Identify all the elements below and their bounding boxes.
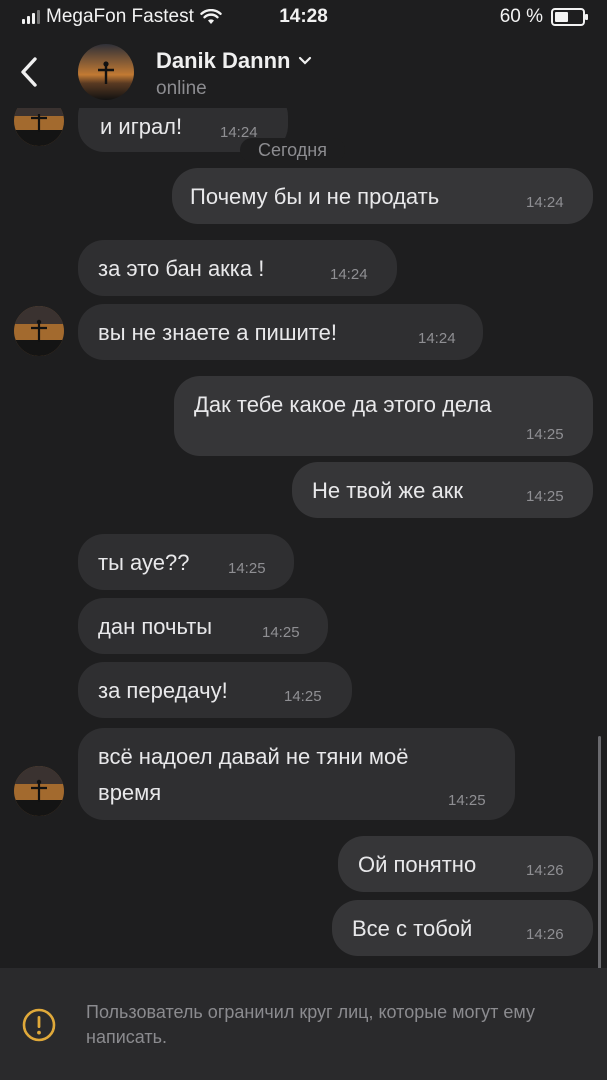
message-time: 14:24 — [526, 194, 564, 211]
message-bubble-outgoing[interactable]: Дак тебе какое да этого дела 14:25 — [174, 376, 593, 456]
contact-name-button[interactable]: Danik Dannn — [156, 48, 312, 74]
scrollbar[interactable] — [598, 736, 601, 968]
message-bubble-incoming[interactable]: вы не знаете а пишите! 14:24 — [78, 304, 483, 360]
message-time: 14:25 — [228, 560, 266, 577]
message-text: и играл! — [100, 114, 183, 139]
message-text-line2: время — [98, 780, 162, 805]
sender-avatar[interactable] — [14, 108, 64, 146]
message-text: Все с тобой — [352, 916, 473, 941]
message-text: Дак тебе какое да этого дела — [194, 392, 492, 417]
message-bubble-incoming[interactable]: за это бан акка ! 14:24 — [78, 240, 397, 296]
message-text-line1: всё надоел давай не тяни моё — [98, 744, 409, 769]
message-time: 14:24 — [418, 330, 456, 347]
message-text: вы не знаете а пишите! — [98, 320, 337, 345]
chat-header: Danik Dannn online — [0, 36, 607, 108]
contact-name: Danik Dannn — [156, 48, 291, 73]
message-time: 14:26 — [526, 862, 564, 879]
sender-avatar[interactable] — [14, 766, 64, 816]
warning-icon — [22, 1008, 56, 1042]
message-list[interactable]: и играл! 14:24 Сегодня Почему бы и не пр… — [0, 108, 607, 968]
message-bubble-incoming[interactable]: ты ауе?? 14:25 — [78, 534, 294, 590]
contact-status: online — [156, 78, 207, 99]
message-time: 14:25 — [526, 426, 564, 443]
message-text: дан почьты — [98, 614, 213, 639]
message-text: за передачу! — [98, 678, 228, 703]
message-bubble-outgoing[interactable]: Ой понятно 14:26 — [338, 836, 593, 892]
message-time: 14:25 — [284, 688, 322, 705]
restriction-banner: Пользователь ограничил круг лиц, которые… — [0, 968, 607, 1080]
message-text: Почему бы и не продать — [190, 184, 440, 209]
chevron-down-icon — [299, 56, 312, 65]
message-text: Не твой же акк — [312, 478, 463, 503]
message-time: 14:25 — [448, 792, 486, 809]
message-text: ты ауе?? — [98, 550, 190, 575]
message-bubble-incoming[interactable]: дан почьты 14:25 — [78, 598, 328, 654]
back-chevron-icon[interactable] — [12, 50, 48, 94]
message-text: за это бан акка ! — [98, 256, 265, 281]
date-separator: Сегодня — [240, 138, 345, 162]
message-text: Ой понятно — [358, 852, 477, 877]
message-bubble-outgoing[interactable]: Все с тобой 14:26 — [332, 900, 593, 956]
message-bubble-outgoing[interactable]: Не твой же акк 14:25 — [292, 462, 593, 518]
status-bar: MegaFon Fastest 14:28 60 % — [0, 0, 607, 36]
message-bubble-incoming[interactable]: за передачу! 14:25 — [78, 662, 352, 718]
message-bubble-incoming[interactable]: всё надоел давай не тяни моё время 14:25 — [78, 728, 515, 820]
battery-percent: 60 % — [499, 6, 543, 27]
message-time: 14:26 — [526, 926, 564, 943]
battery-group: 60 % — [499, 6, 588, 28]
contact-avatar[interactable] — [78, 44, 134, 100]
sender-avatar[interactable] — [14, 306, 64, 356]
message-bubble-outgoing[interactable]: Почему бы и не продать 14:24 — [172, 168, 593, 224]
battery-icon — [551, 8, 588, 26]
message-time: 14:25 — [262, 624, 300, 641]
restriction-notice: Пользователь ограничил круг лиц, которые… — [86, 1002, 535, 1047]
message-time: 14:25 — [526, 488, 564, 505]
message-time: 14:24 — [330, 266, 368, 283]
